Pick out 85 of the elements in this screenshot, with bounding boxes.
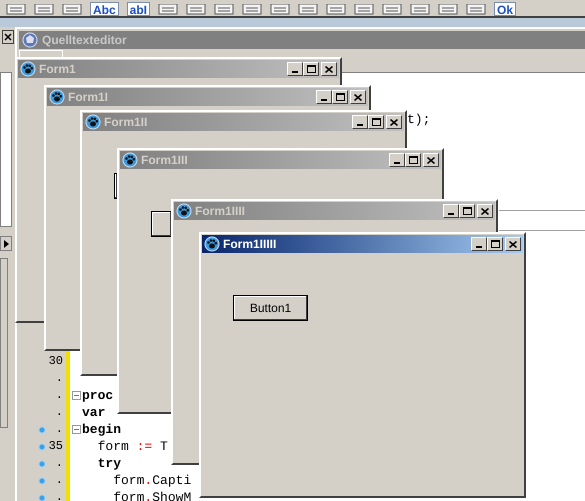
maximize-icon [408, 156, 418, 164]
code-text: t); [407, 111, 430, 128]
button[interactable]: Button1 [233, 295, 308, 321]
list-icon[interactable] [270, 4, 290, 16]
window-title: Form1IIII [195, 203, 246, 220]
maximize-icon [336, 93, 344, 101]
list-icon[interactable] [466, 4, 486, 16]
line-number: . [54, 455, 63, 472]
minimize-button[interactable] [316, 90, 332, 104]
maximize-button[interactable] [487, 237, 503, 251]
list-icon[interactable] [326, 4, 346, 16]
maximize-icon [372, 118, 380, 126]
code-line: form := T [96, 438, 168, 455]
minimize-button[interactable] [389, 153, 405, 167]
close-icon [354, 94, 362, 100]
window-title: Quelltexteditor [42, 32, 127, 49]
minimize-icon [321, 99, 327, 101]
code-line: form.Capti [112, 472, 192, 489]
maximize-icon [306, 65, 316, 73]
close-icon [390, 118, 398, 126]
list-icon[interactable] [382, 4, 402, 16]
minimize-icon [448, 213, 454, 215]
window-title: Form1 [39, 61, 77, 78]
minimize-button[interactable] [352, 115, 368, 129]
button[interactable] [151, 211, 171, 237]
list-icon[interactable] [214, 4, 234, 16]
window-title: Form1II [104, 114, 148, 131]
line-number: . [54, 370, 63, 387]
code-line: var [82, 404, 106, 421]
minimize-button[interactable] [443, 204, 459, 218]
toolbar-button[interactable]: abI [126, 2, 150, 16]
paw-icon [85, 114, 101, 130]
list-icon[interactable] [438, 4, 458, 16]
close-button[interactable] [2, 30, 14, 44]
list-icon[interactable] [354, 4, 374, 16]
maximize-button[interactable] [303, 62, 319, 76]
code-line: try [96, 455, 122, 472]
right-arrow-icon [4, 240, 8, 248]
list-icon[interactable] [242, 4, 262, 16]
maximize-button[interactable] [405, 153, 421, 167]
paw-icon [20, 61, 36, 77]
minimize-icon [476, 246, 482, 248]
list-icon[interactable] [6, 4, 26, 16]
paw-icon [122, 152, 138, 168]
minimize-icon [394, 162, 400, 164]
close-icon [427, 156, 435, 164]
minimize-button[interactable] [287, 62, 303, 76]
list-icon[interactable] [298, 4, 318, 16]
window-title: Form1IIIII [223, 236, 278, 253]
maximize-button[interactable] [368, 115, 384, 129]
line-number: 30 [48, 353, 63, 370]
line-number: . [54, 489, 63, 501]
line-number: . [54, 421, 63, 438]
line-number: . [54, 472, 63, 489]
toolbar-button[interactable]: Abc [90, 2, 119, 16]
maximize-button[interactable] [459, 204, 475, 218]
code-line: begin [82, 421, 122, 438]
line-number: 35 [48, 438, 63, 455]
list-icon[interactable] [186, 4, 206, 16]
window-title: Form1III [141, 152, 189, 169]
close-icon [325, 66, 333, 72]
list-icon[interactable] [62, 4, 82, 16]
maximize-icon [490, 240, 500, 248]
line-number: . [54, 404, 63, 421]
line-number: . [54, 387, 63, 404]
paw-icon [176, 203, 192, 219]
code-line: proc [82, 387, 114, 404]
minimize-icon [292, 71, 298, 73]
paw-icon [49, 89, 65, 105]
code-line: form.ShowM [112, 489, 192, 501]
close-icon [509, 240, 517, 248]
toolbar-button[interactable]: Ok [494, 2, 516, 16]
maximize-icon [462, 207, 472, 215]
list-icon[interactable] [158, 4, 178, 16]
maximize-button[interactable] [332, 90, 348, 104]
list-icon[interactable] [34, 4, 54, 16]
minimize-button[interactable] [471, 237, 487, 251]
paw-icon [204, 236, 220, 252]
button[interactable] [114, 173, 117, 199]
window-title: Form1I [68, 89, 110, 106]
close-icon [481, 208, 489, 214]
minimize-icon [357, 124, 363, 126]
close-icon [4, 33, 12, 41]
list-icon[interactable] [410, 4, 430, 16]
scroll-right-button[interactable] [0, 236, 12, 251]
